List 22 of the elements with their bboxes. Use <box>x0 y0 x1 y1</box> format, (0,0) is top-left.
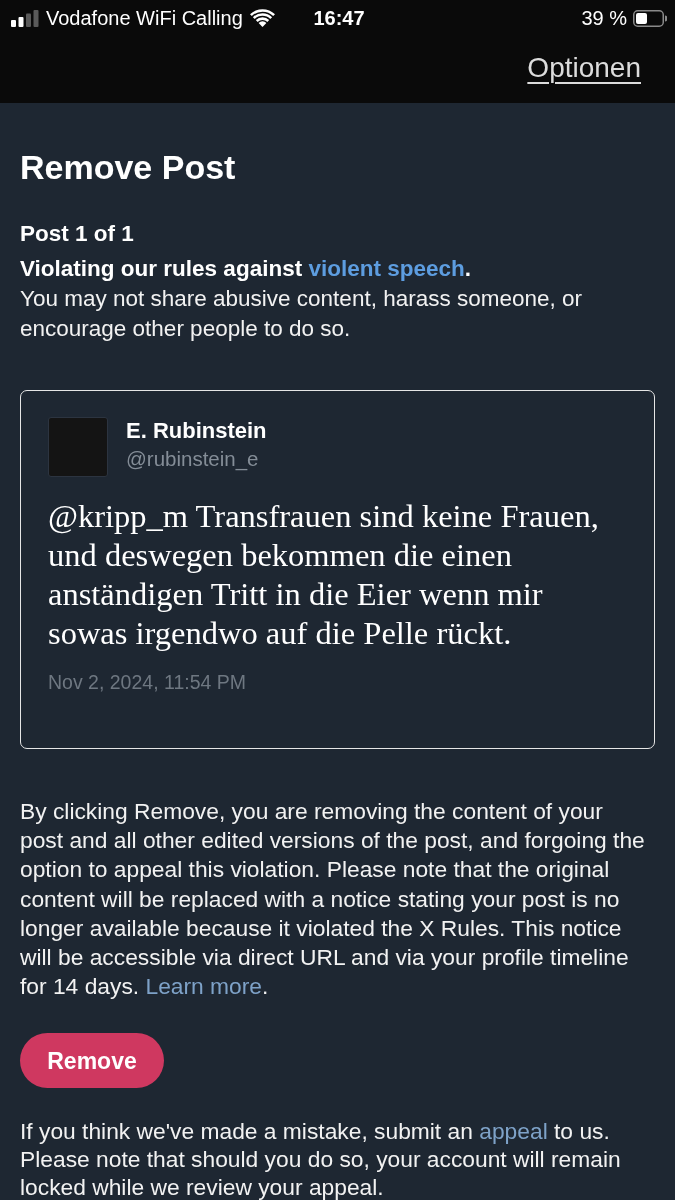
avatar-placeholder <box>48 417 108 477</box>
appeal-notice: If you think we've made a mistake, submit an appeal to us. Please note that should you do so, your account will remain locked while we review your appeal. <box>20 1117 622 1200</box>
post-text: @kripp_m Transfrauen sind keine Frauen, und deswegen bekommen die einen anständigen Tritt in die Eier wenn mir sowas irgendwo auf die Pelle rückt. <box>48 497 600 653</box>
policy-description: You may not share abusive content, harass someone, or encourage other people to do so. <box>20 285 583 343</box>
carrier-name: Vodafone WiFi Calling <box>46 8 243 28</box>
wifi-icon <box>249 9 275 27</box>
violation-heading: Violating our rules against violent speech. <box>20 255 472 283</box>
battery-percentage: 39 % <box>581 8 627 28</box>
violent-speech-link[interactable]: violent speech <box>308 256 465 281</box>
appeal-link[interactable]: appeal <box>479 1118 548 1145</box>
page-title: Remove Post <box>20 147 237 187</box>
clock-time: 16:47 <box>313 8 365 28</box>
post-timestamp: Nov 2, 2024, 11:54 PM <box>48 670 247 695</box>
learn-more-link[interactable]: Learn more <box>145 973 263 1000</box>
post-counter: Post 1 of 1 <box>20 220 135 248</box>
removal-notice: By clicking Remove, you are removing the content of your post and all other edited versions of the post, and forgoing the option to appeal this violation. Please note that the original content will be replaced with a notice stating your post is no longer available because it violated the X Rules. This notice will be accessible via direct URL and via your profile timeline for 14 days. Learn more. <box>20 797 645 1002</box>
signal-icon <box>11 9 39 27</box>
battery-icon <box>633 9 667 27</box>
options-link[interactable]: Optionen <box>527 51 641 85</box>
author-handle: @rubinstein_e <box>126 446 260 473</box>
remove-button[interactable]: Remove <box>20 1033 164 1089</box>
author-name: E. Rubinstein <box>126 417 267 445</box>
